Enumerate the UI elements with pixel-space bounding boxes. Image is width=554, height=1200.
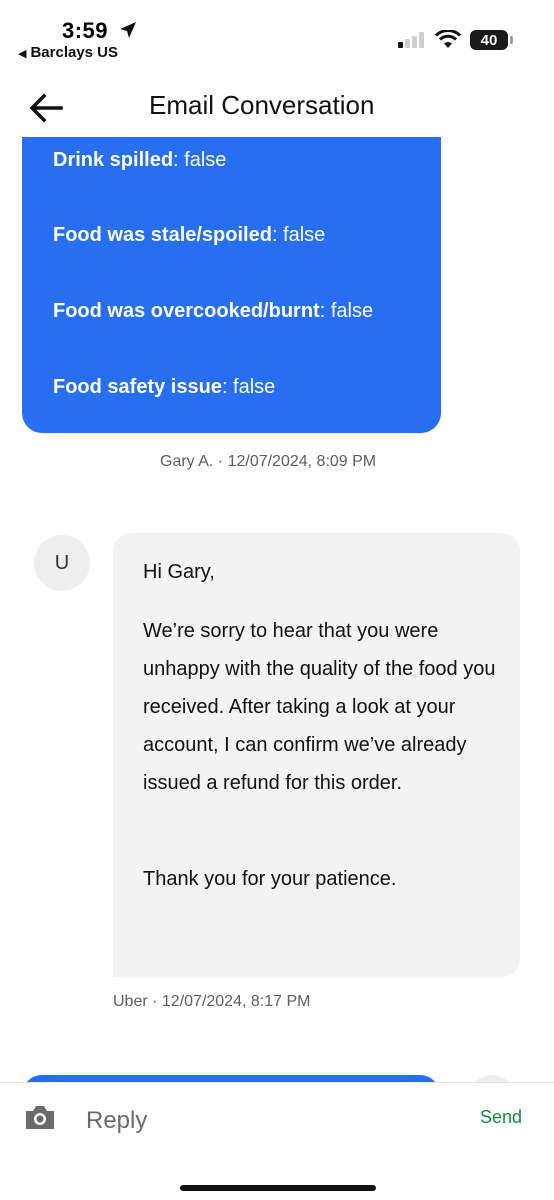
reply-input[interactable] [72, 1099, 452, 1143]
field-label: Drink spilled [53, 149, 174, 171]
field-label: Food was overcooked/burnt [53, 300, 320, 322]
conversation-thread[interactable]: Drink spilled: false Food was stale/spoi… [0, 137, 554, 1082]
avatar: U [34, 535, 90, 591]
field-value: : false [173, 149, 227, 171]
received-message-meta: Uber · 12/07/2024, 8:17 PM [113, 993, 311, 1010]
sent-message-meta: Gary A. · 12/07/2024, 8:09 PM [160, 453, 377, 470]
location-arrow-icon [120, 22, 136, 38]
header: Email Conversation [0, 80, 554, 136]
field-label: Food was stale/spoiled [53, 224, 272, 246]
back-app-label: Barclays US [30, 44, 119, 61]
field-label: Food safety issue [53, 376, 222, 398]
field-food-stale: Food was stale/spoiled: false [53, 224, 325, 247]
field-value: : false [271, 224, 326, 246]
reply-bar: Send [0, 1082, 554, 1200]
back-triangle-icon: ◀ [18, 48, 27, 60]
status-time: 3:59 [62, 18, 109, 43]
battery-icon: 40 [470, 30, 508, 50]
page-title: Email Conversation [149, 90, 375, 120]
sent-message-bubble: Drink spilled: false Food was stale/spoi… [22, 137, 441, 433]
message-greeting: Hi Gary, [143, 561, 215, 583]
battery-tip [510, 36, 513, 44]
next-message-bubble [22, 1075, 440, 1082]
field-food-safety: Food safety issue: false [53, 376, 275, 399]
signal-icon [398, 32, 426, 48]
next-message-avatar [468, 1075, 516, 1082]
field-food-overcooked: Food was overcooked/burnt: false [53, 300, 373, 323]
field-value: : false [221, 376, 276, 398]
field-drink-spilled: Drink spilled: false [53, 149, 226, 172]
message-closing: Thank you for your patience. [143, 868, 397, 890]
home-indicator[interactable] [180, 1185, 376, 1191]
camera-icon[interactable] [24, 1103, 56, 1131]
back-to-app-link[interactable]: ◀ Barclays US [18, 44, 118, 61]
received-message-bubble: Hi Gary, We’re sorry to hear that you we… [113, 533, 520, 977]
back-arrow-icon[interactable] [28, 92, 64, 124]
field-value: : false [319, 300, 374, 322]
status-bar: 3:59 ◀ Barclays US 40 [0, 0, 554, 70]
message-body: We’re sorry to hear that you were unhapp… [143, 620, 496, 794]
wifi-icon [435, 30, 461, 48]
send-button[interactable]: Send [480, 1107, 522, 1128]
